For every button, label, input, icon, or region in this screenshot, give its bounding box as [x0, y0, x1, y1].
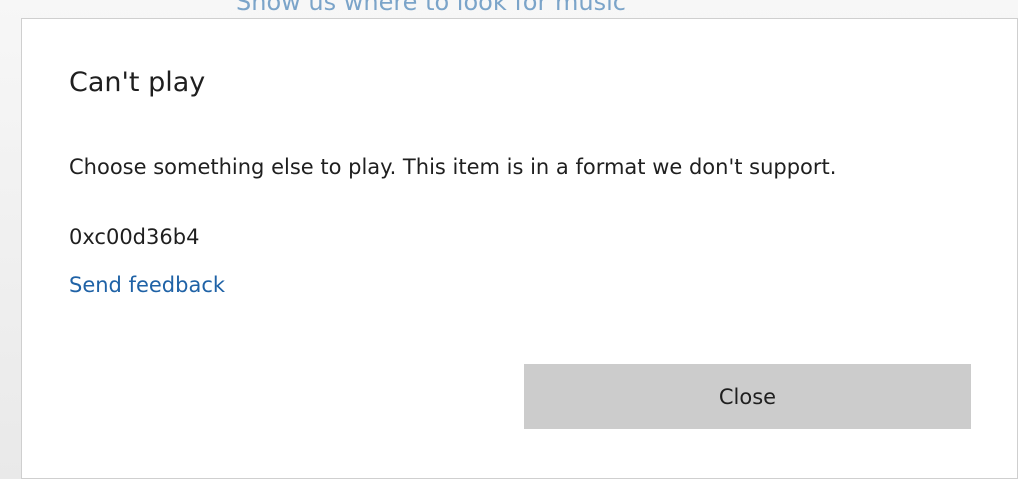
error-code: 0xc00d36b4 [69, 225, 200, 249]
error-dialog: Can't play Choose something else to play… [21, 18, 1018, 479]
dialog-message: Choose something else to play. This item… [69, 155, 837, 179]
close-button[interactable]: Close [524, 364, 971, 429]
show-music-location-link: Show us where to look for music [236, 0, 626, 16]
send-feedback-link[interactable]: Send feedback [69, 273, 225, 297]
dialog-title: Can't play [69, 67, 206, 98]
